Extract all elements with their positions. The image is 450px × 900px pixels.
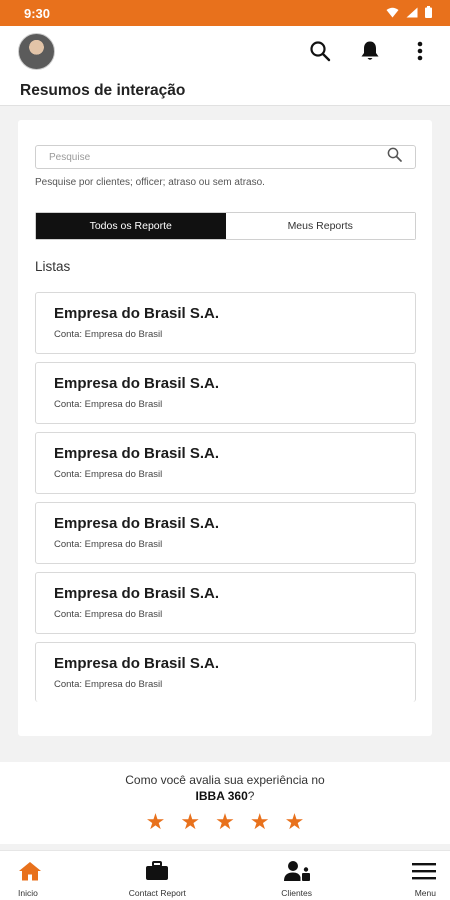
- tab-all-reports[interactable]: Todos os Reporte: [36, 213, 226, 239]
- home-icon: [18, 860, 42, 882]
- rating-panel: Como você avalia sua experiência no IBBA…: [0, 762, 450, 844]
- star-icon[interactable]: ★: [180, 811, 200, 833]
- clients-icon: [283, 860, 311, 882]
- briefcase-icon: [145, 860, 169, 882]
- list-item-subtitle: Conta: Empresa do Brasil: [54, 539, 163, 550]
- list-item-subtitle: Conta: Empresa do Brasil: [54, 399, 163, 410]
- search-icon[interactable]: [308, 39, 332, 63]
- signal-icon: [406, 6, 418, 21]
- search-input[interactable]: [49, 151, 369, 163]
- status-icons: [386, 5, 432, 21]
- list-item[interactable]: Empresa do Brasil S.A. Conta: Empresa do…: [35, 432, 416, 494]
- list-item[interactable]: Empresa do Brasil S.A. Conta: Empresa do…: [35, 502, 416, 564]
- star-icon[interactable]: ★: [285, 811, 305, 833]
- section-label: Listas: [35, 259, 71, 274]
- battery-icon: [425, 5, 432, 21]
- header-actions: [308, 39, 432, 63]
- status-time: 9:30: [24, 5, 51, 21]
- list-item-title: Empresa do Brasil S.A.: [54, 375, 220, 392]
- nav-item-clientes[interactable]: Clientes: [257, 851, 337, 900]
- app-header: [0, 26, 450, 76]
- wifi-icon: [386, 6, 399, 21]
- list-item[interactable]: Empresa do Brasil S.A. Conta: Empresa do…: [35, 572, 416, 634]
- list-item-subtitle: Conta: Empresa do Brasil: [54, 329, 163, 340]
- list-item-subtitle: Conta: Empresa do Brasil: [54, 609, 163, 620]
- list-item[interactable]: Empresa do Brasil S.A. Conta: Empresa do…: [35, 642, 416, 702]
- tab-my-reports[interactable]: Meus Reports: [225, 213, 415, 239]
- content-card: Pesquise por clientes; officer; atraso o…: [18, 120, 432, 736]
- star-icon[interactable]: ★: [250, 811, 270, 833]
- nav-item-inicio[interactable]: Inicio: [18, 851, 58, 900]
- rating-app-name: IBBA 360: [195, 789, 248, 803]
- star-icon[interactable]: ★: [215, 811, 235, 833]
- search-hint: Pesquise por clientes; officer; atraso o…: [35, 177, 265, 188]
- rating-app-line: IBBA 360?: [0, 789, 450, 803]
- bottom-nav: Inicio Contact Report Clientes Menu: [0, 850, 450, 900]
- page-title: Resumos de interação: [20, 82, 186, 99]
- page-title-bar: Resumos de interação: [0, 76, 450, 106]
- list-item[interactable]: Empresa do Brasil S.A. Conta: Empresa do…: [35, 362, 416, 424]
- report-tabs: Todos os Reporte Meus Reports: [35, 212, 416, 240]
- more-vert-icon[interactable]: [408, 39, 432, 63]
- nav-label: Contact Report: [128, 888, 186, 898]
- star-icon[interactable]: ★: [146, 811, 166, 833]
- nav-label: Clientes: [281, 888, 313, 898]
- list-item-subtitle: Conta: Empresa do Brasil: [54, 679, 163, 690]
- list-item-subtitle: Conta: Empresa do Brasil: [54, 469, 163, 480]
- rating-stars: ★ ★ ★ ★ ★: [0, 811, 450, 833]
- status-bar: 9:30: [0, 0, 450, 26]
- nav-item-menu[interactable]: Menu: [396, 851, 436, 900]
- nav-label: Menu: [414, 888, 436, 898]
- hamburger-menu-icon: [411, 860, 436, 882]
- list-item[interactable]: Empresa do Brasil S.A. Conta: Empresa do…: [35, 292, 416, 354]
- search-icon[interactable]: [387, 147, 402, 167]
- search-box[interactable]: [35, 145, 416, 169]
- list-item-title: Empresa do Brasil S.A.: [54, 515, 220, 532]
- list-item-title: Empresa do Brasil S.A.: [54, 655, 220, 672]
- nav-item-contact-report[interactable]: Contact Report: [117, 851, 197, 900]
- bell-icon[interactable]: [358, 39, 382, 63]
- rating-question: Como você avalia sua experiência no: [125, 773, 325, 787]
- list-item-title: Empresa do Brasil S.A.: [54, 585, 220, 602]
- avatar[interactable]: [18, 32, 55, 70]
- list-item-title: Empresa do Brasil S.A.: [54, 445, 220, 462]
- rating-question-end: ?: [247, 789, 255, 803]
- nav-label: Inicio: [18, 888, 38, 898]
- list-item-title: Empresa do Brasil S.A.: [54, 305, 220, 322]
- report-list: Empresa do Brasil S.A. Conta: Empresa do…: [35, 292, 416, 710]
